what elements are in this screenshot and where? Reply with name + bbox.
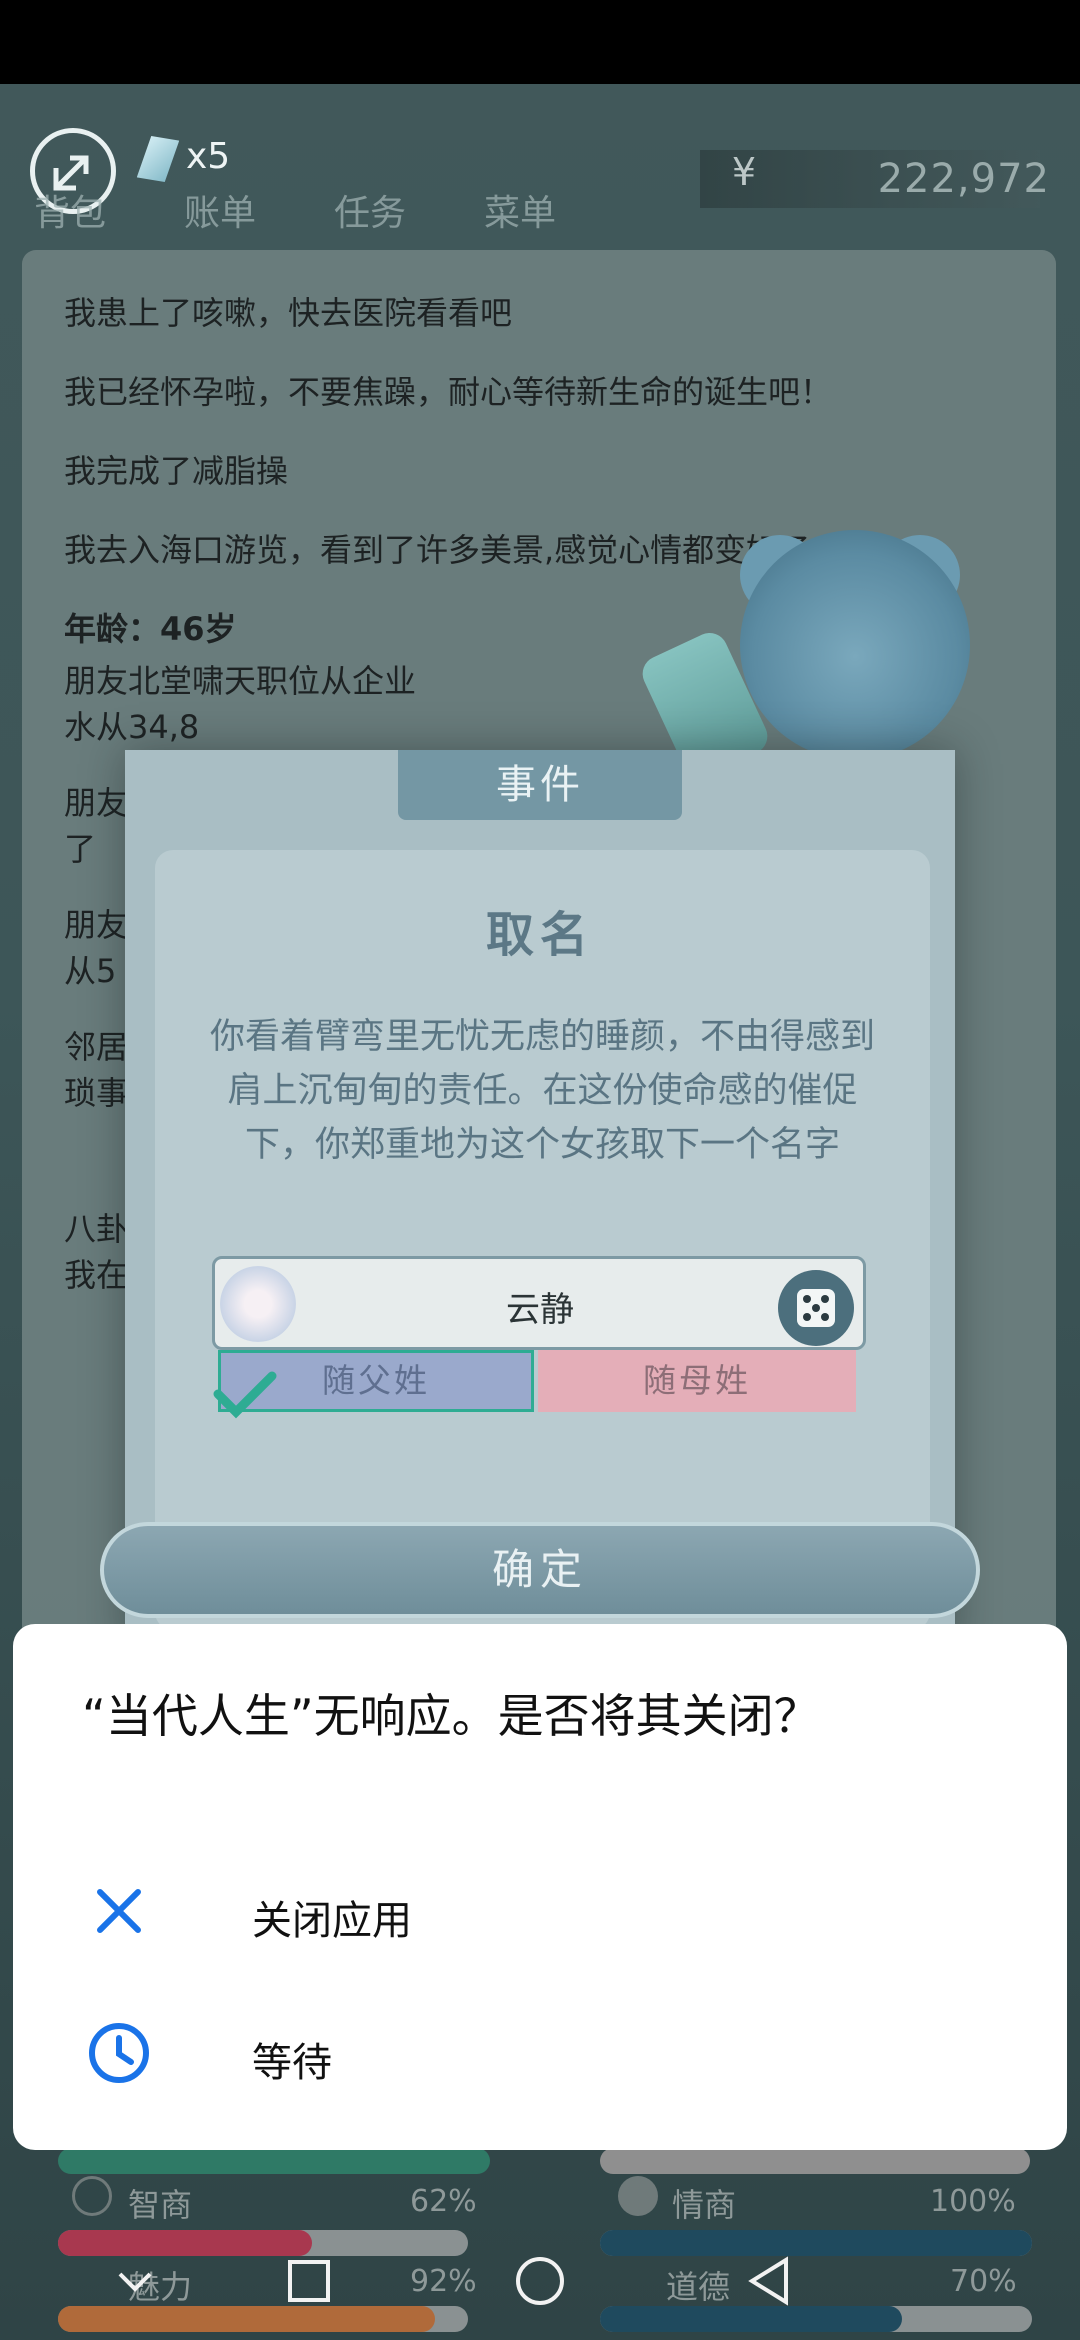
brain-icon bbox=[72, 2176, 112, 2216]
circle-icon bbox=[516, 2257, 564, 2305]
dice-icon bbox=[797, 1289, 835, 1327]
event-card-inner bbox=[155, 850, 930, 1630]
currency-icon: ¥ bbox=[731, 150, 757, 194]
checkmark-icon bbox=[213, 1371, 277, 1419]
log-line: 我完成了减脂操 bbox=[64, 452, 289, 490]
chevron-down-icon bbox=[118, 2272, 152, 2292]
eq-bar bbox=[600, 2230, 1032, 2256]
tab-menu[interactable]: 菜单 bbox=[484, 184, 556, 236]
log-line: 我已经怀孕啦，不要焦躁，耐心等待新生命的诞生吧！ bbox=[64, 373, 833, 411]
nav-back-button[interactable] bbox=[734, 2246, 804, 2316]
money-value: 222,972 bbox=[877, 156, 1050, 202]
close-app-label: 关闭应用 bbox=[252, 1898, 412, 1944]
tab-tasks[interactable]: 任务 bbox=[334, 184, 406, 236]
close-app-option[interactable]: 关闭应用 bbox=[0, 1856, 1054, 1966]
eq-percent: 100% bbox=[930, 2184, 1016, 2219]
status-bar bbox=[0, 0, 1080, 84]
mother-surname-option[interactable]: 随母姓 bbox=[538, 1350, 856, 1412]
moral-label: 道德 bbox=[666, 2268, 731, 2306]
moral-percent: 70% bbox=[950, 2264, 1017, 2299]
name-value[interactable]: 云静 bbox=[0, 1282, 1080, 1331]
apple-icon bbox=[618, 2176, 658, 2216]
square-icon bbox=[288, 2260, 330, 2302]
stat-bar-top-left bbox=[58, 2148, 490, 2174]
event-title: 取名 bbox=[485, 907, 594, 963]
wait-option[interactable]: 等待 bbox=[0, 2000, 1054, 2110]
triangle-back-icon bbox=[748, 2256, 788, 2306]
crystal-count: x5 bbox=[186, 136, 231, 177]
confirm-button[interactable]: 确定 bbox=[100, 1522, 980, 1618]
iq-label: 智商 bbox=[128, 2186, 193, 2224]
event-tab: 事件 bbox=[398, 750, 682, 820]
dialog-title: “当代人生”无响应。是否将其关闭？ bbox=[82, 1689, 820, 1743]
moral-bar bbox=[600, 2306, 1032, 2332]
tab-bill[interactable]: 账单 bbox=[184, 184, 256, 236]
eq-bar-fill bbox=[600, 2230, 1032, 2256]
nav-collapse-button[interactable] bbox=[100, 2246, 170, 2316]
nav-home-button[interactable] bbox=[505, 2246, 575, 2316]
tab-bag[interactable]: 背包 bbox=[34, 184, 106, 236]
clock-icon bbox=[89, 2023, 149, 2083]
nav-recents-button[interactable] bbox=[274, 2246, 344, 2316]
teddy-bear-decoration bbox=[740, 530, 970, 760]
iq-percent: 62% bbox=[410, 2184, 477, 2219]
eq-label: 情商 bbox=[672, 2186, 737, 2224]
close-icon bbox=[97, 1889, 141, 1933]
stat-bar-top-right bbox=[600, 2148, 1030, 2174]
random-name-button[interactable] bbox=[778, 1270, 854, 1346]
wait-label: 等待 bbox=[252, 2040, 332, 2086]
charm-percent: 92% bbox=[410, 2264, 477, 2299]
log-line: 我患上了咳嗽，快去医院看看吧 bbox=[64, 294, 513, 332]
event-description: 你看着臂弯里无忧无虑的睡颜，不由得感到肩上沉甸甸的责任。在这份使命感的催促下，你… bbox=[209, 1017, 875, 1165]
